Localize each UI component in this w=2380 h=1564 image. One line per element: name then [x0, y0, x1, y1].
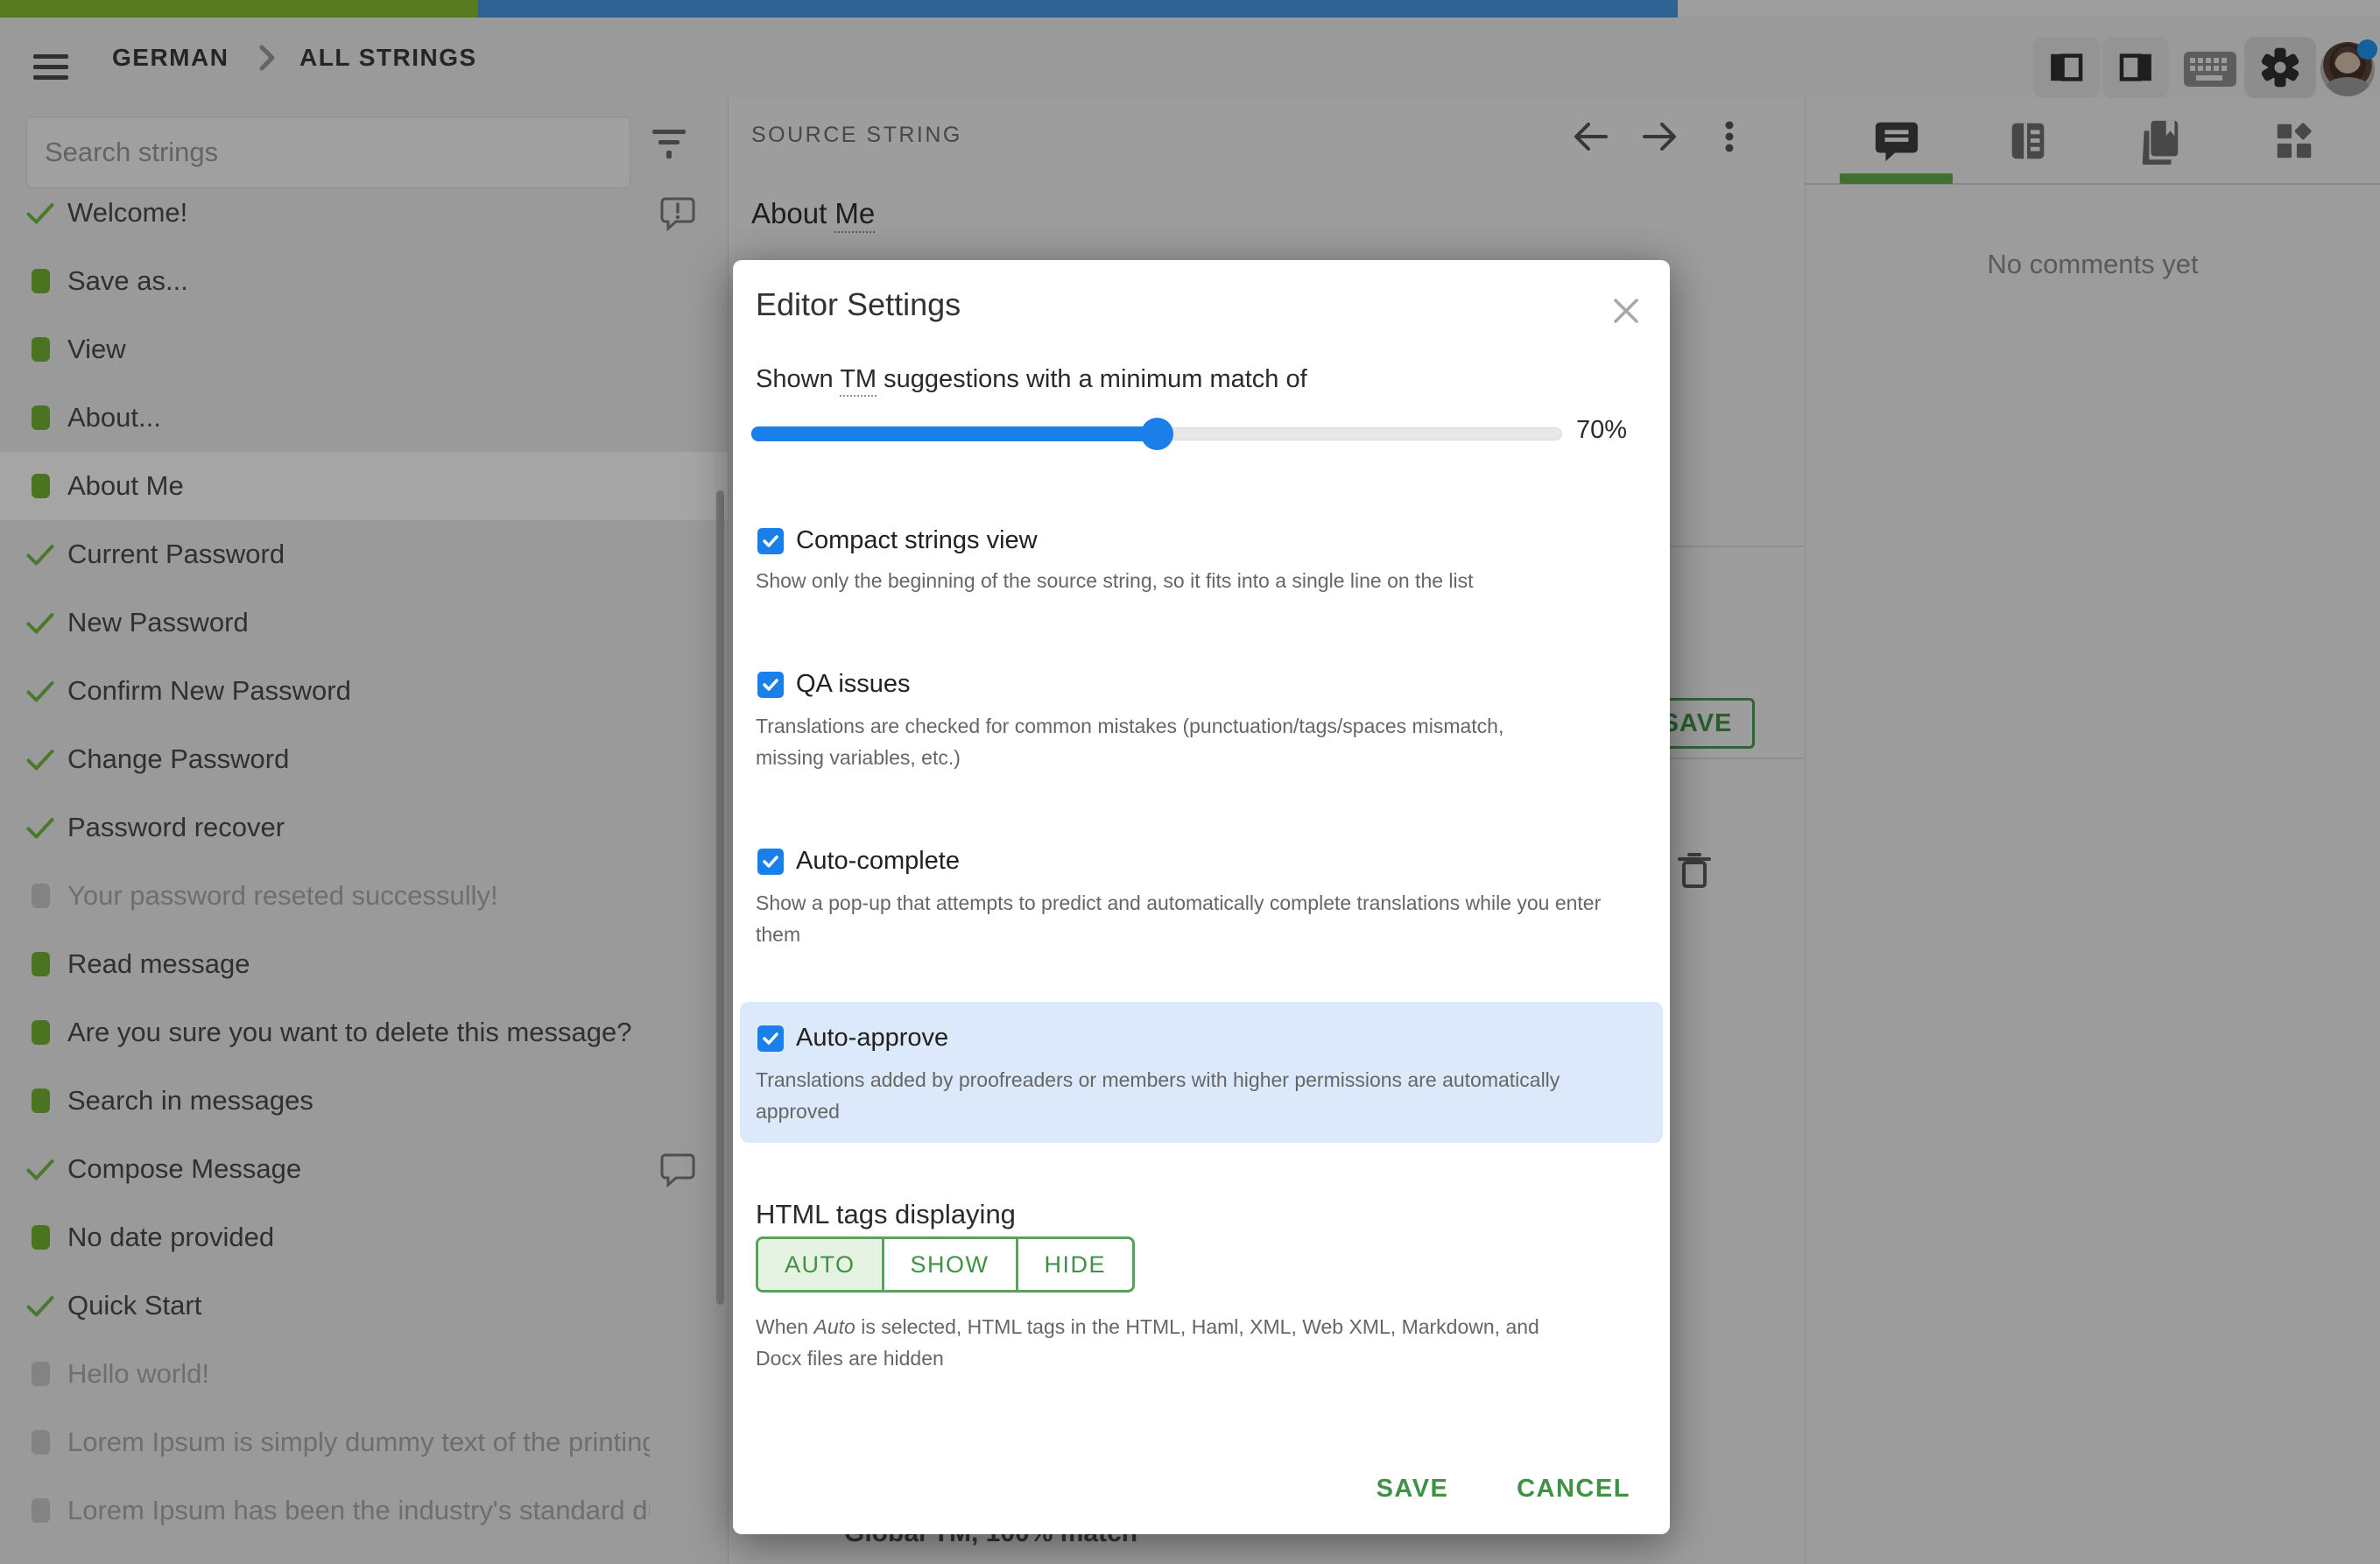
auto-complete-label[interactable]: Auto-complete: [796, 847, 960, 876]
tm-threshold-value: 70%: [1576, 416, 1628, 444]
editor-settings-modal: Editor Settings Shown TM suggestions wit…: [733, 260, 1670, 1534]
html-tags-option-show[interactable]: SHOW: [884, 1239, 1018, 1290]
compact-strings-desc: Show only the beginning of the source st…: [756, 569, 1474, 592]
check-icon: [763, 856, 778, 868]
tm-abbr: TM: [840, 365, 877, 397]
modal-save-button[interactable]: SAVE: [1360, 1467, 1465, 1511]
check-icon: [763, 535, 778, 547]
auto-complete-checkbox[interactable]: [757, 849, 784, 875]
auto-approve-label[interactable]: Auto-approve: [796, 1024, 948, 1053]
close-icon: [1614, 299, 1638, 323]
qa-issues-label[interactable]: QA issues: [796, 670, 911, 699]
qa-issues-checkbox[interactable]: [757, 672, 784, 698]
crowdin-editor: GERMAN ALL STRINGS Search strings Welcom…: [0, 0, 2380, 1564]
auto-approve-checkbox[interactable]: [757, 1025, 784, 1052]
html-tags-segmented-control: AUTO SHOW HIDE: [756, 1236, 1136, 1293]
auto-approve-desc: Translations added by proofreaders or me…: [756, 1068, 1560, 1123]
tm-threshold-label: Shown TM suggestions with a minimum matc…: [756, 365, 1307, 397]
slider-fill: [751, 426, 1157, 441]
tm-threshold-slider[interactable]: [751, 414, 1562, 453]
html-tags-heading: HTML tags displaying: [756, 1199, 1016, 1229]
auto-italic: Auto: [813, 1315, 856, 1338]
modal-cancel-button[interactable]: CANCEL: [1503, 1467, 1644, 1511]
slider-thumb[interactable]: [1141, 418, 1173, 450]
html-tags-option-hide[interactable]: HIDE: [1018, 1239, 1133, 1290]
compact-strings-checkbox[interactable]: [757, 528, 784, 554]
check-icon: [763, 679, 778, 691]
close-modal-button[interactable]: [1609, 293, 1644, 328]
check-icon: [763, 1032, 778, 1045]
html-tags-option-auto[interactable]: AUTO: [758, 1239, 884, 1290]
compact-strings-label[interactable]: Compact strings view: [796, 526, 1038, 555]
qa-issues-desc: Translations are checked for common mist…: [756, 715, 1504, 769]
auto-complete-desc: Show a pop-up that attempts to predict a…: [756, 891, 1602, 946]
modal-title: Editor Settings: [756, 286, 961, 322]
html-tags-desc: When Auto is selected, HTML tags in the …: [756, 1315, 1539, 1370]
